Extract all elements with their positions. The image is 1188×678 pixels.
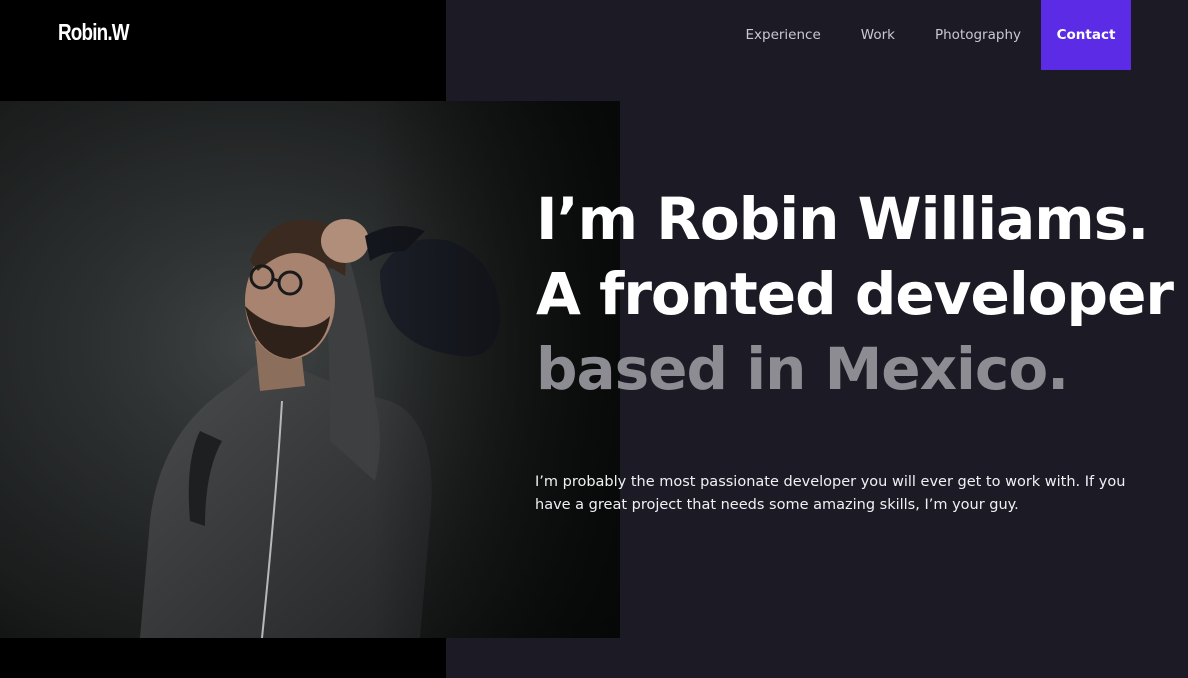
main-navigation: Experience Work Photography Contact [745, 0, 1131, 70]
headline-line-role: A fronted developer [536, 260, 1174, 328]
nav-link-experience[interactable]: Experience [745, 27, 820, 43]
contact-button[interactable]: Contact [1041, 0, 1131, 70]
site-logo[interactable]: Robin.W [58, 19, 130, 46]
portrait-illustration [0, 101, 620, 638]
hero-portrait-photo [0, 101, 620, 638]
hero-intro-text: I’m probably the most passionate develop… [535, 474, 1126, 513]
nav-link-photography[interactable]: Photography [935, 27, 1021, 43]
hero-headline: I’m Robin Williams. A fronted developer … [536, 182, 1174, 407]
headline-line-location: based in Mexico. [536, 335, 1069, 403]
headline-line-name: I’m Robin Williams. [536, 185, 1149, 253]
nav-link-work[interactable]: Work [861, 27, 895, 43]
